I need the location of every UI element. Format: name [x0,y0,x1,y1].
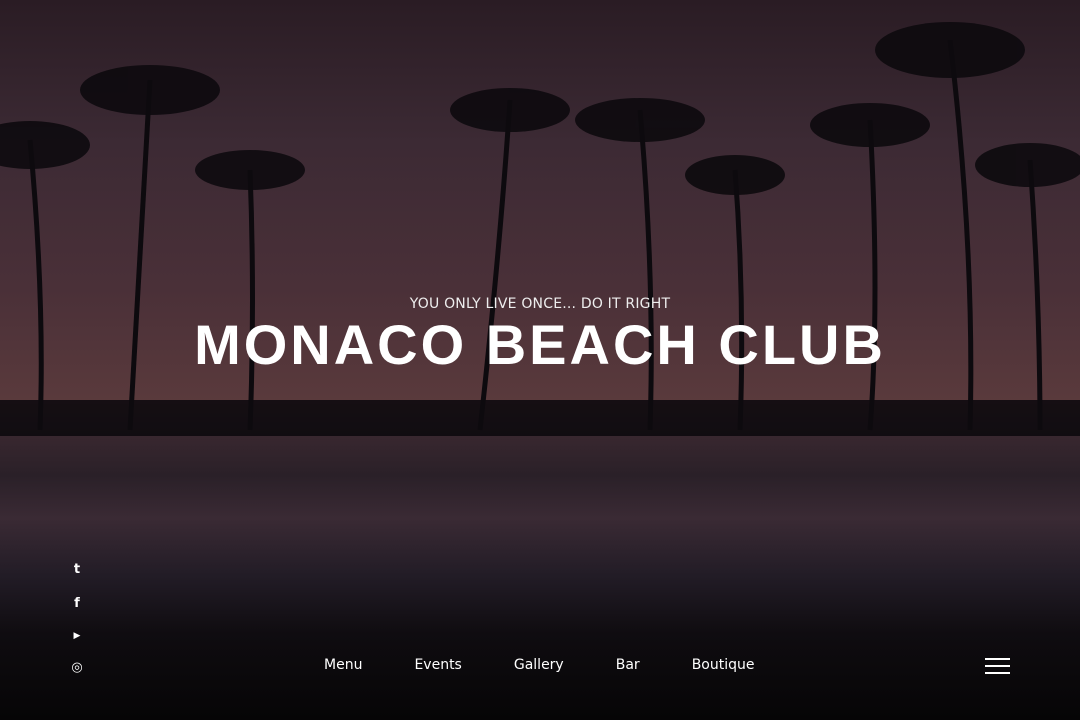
twitter-icon[interactable]: t [69,561,85,577]
nav-bar[interactable]: Bar [616,657,640,673]
facebook-icon[interactable]: f [69,595,85,611]
nav-menu[interactable]: Menu [324,657,362,673]
hero-tagline: YOU ONLY LIVE ONCE... DO IT RIGHT [409,296,671,312]
nav-gallery[interactable]: Gallery [514,657,564,673]
hamburger-menu-icon[interactable] [985,658,1010,674]
hero-title: MONACO BEACH CLUB [194,313,886,376]
nav-boutique[interactable]: Boutique [692,657,755,673]
main-nav: Menu Events Gallery Bar Boutique [324,657,806,673]
youtube-icon[interactable]: ▶ [69,628,85,644]
nav-events[interactable]: Events [414,657,461,673]
instagram-icon[interactable]: ◎ [69,659,85,675]
